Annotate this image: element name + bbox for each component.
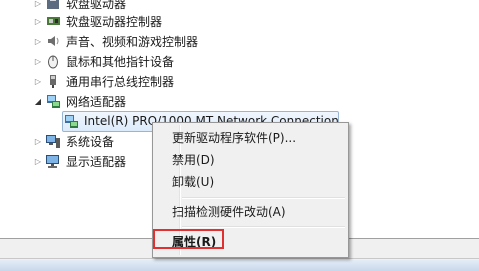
tree-item-label: 通用串行总线控制器 <box>66 74 175 89</box>
computer-icon <box>45 133 61 149</box>
expand-arrow-icon[interactable]: ▷ <box>33 56 43 66</box>
tree-item-mouse[interactable]: ▷ 鼠标和其他指针设备 <box>33 51 174 71</box>
tree-item-label: 声音、视频和游戏控制器 <box>66 34 199 49</box>
properties-highlight-box <box>153 229 224 249</box>
divider <box>0 258 479 259</box>
tree-item-sound[interactable]: ▷ 声音、视频和游戏控制器 <box>33 31 198 51</box>
tree-item-system-devices[interactable]: ▷ 系统设备 <box>33 131 114 151</box>
tree-item-label: 软盘驱动器控制器 <box>66 14 163 29</box>
status-bar <box>0 260 479 271</box>
tree-item-label: 网络适配器 <box>66 94 127 109</box>
collapse-arrow-icon[interactable]: ◢ <box>33 96 43 106</box>
mouse-icon <box>45 53 61 69</box>
tree-item-label: 鼠标和其他指针设备 <box>66 54 175 69</box>
floppy-drive-icon <box>45 0 61 11</box>
network-card-icon <box>63 113 79 129</box>
tree-item-label: 显示适配器 <box>66 154 127 169</box>
tree-item-usb[interactable]: ▷ 通用串行总线控制器 <box>33 71 174 91</box>
menu-item-update-driver[interactable]: 更新驱动程序软件(P)... <box>172 127 296 147</box>
usb-icon <box>45 73 61 89</box>
tree-item-label: 软盘驱动器 <box>66 0 127 11</box>
menu-separator <box>182 226 345 228</box>
expand-arrow-icon[interactable]: ▷ <box>33 36 43 46</box>
menu-item-uninstall[interactable]: 卸载(U) <box>172 171 214 191</box>
expand-arrow-icon[interactable]: ▷ <box>33 16 43 26</box>
speaker-icon <box>45 33 61 49</box>
controller-icon <box>45 13 61 29</box>
monitor-icon <box>45 153 61 169</box>
expand-arrow-icon[interactable]: ▷ <box>33 0 43 8</box>
expand-arrow-icon[interactable]: ▷ <box>33 136 43 146</box>
expand-arrow-icon[interactable]: ▷ <box>33 76 43 86</box>
network-adapter-icon <box>45 93 61 109</box>
tree-item-floppy-controller[interactable]: ▷ 软盘驱动器控制器 <box>33 11 162 31</box>
tree-item-network-adapters[interactable]: ◢ 网络适配器 <box>33 91 126 111</box>
menu-separator <box>182 197 345 199</box>
expand-arrow-icon[interactable]: ▷ <box>33 156 43 166</box>
tree-item-label: 系统设备 <box>66 134 115 149</box>
menu-item-scan-hardware[interactable]: 扫描检测硬件改动(A) <box>172 201 286 221</box>
menu-item-disable[interactable]: 禁用(D) <box>172 149 215 169</box>
tree-item-display-adapters[interactable]: ▷ 显示适配器 <box>33 151 126 171</box>
